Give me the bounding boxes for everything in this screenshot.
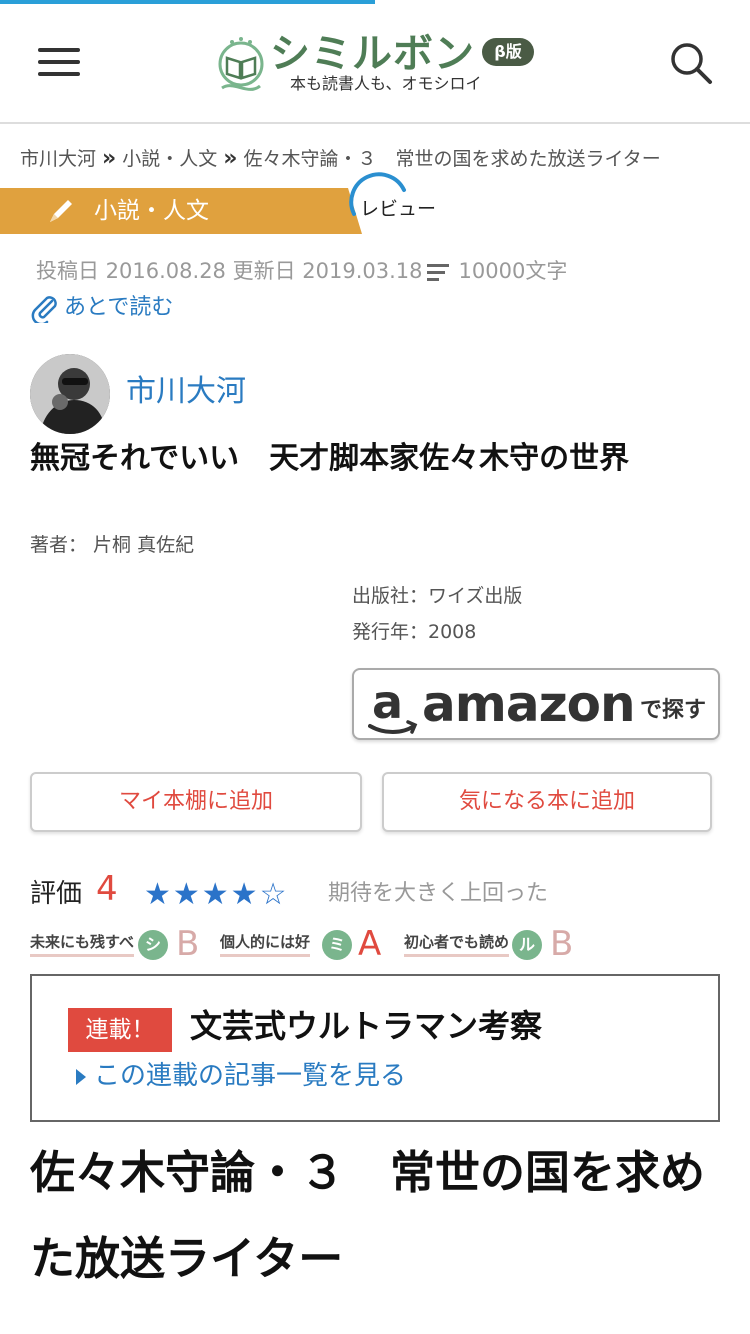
post-meta: 投稿日 2016.08.28 更新日 2019.03.18 10000文字 bbox=[36, 256, 567, 286]
logo-wordmark: シミルボン bbox=[270, 31, 475, 77]
book-year: 発行年：2008 bbox=[352, 621, 477, 643]
svg-text:a: a bbox=[372, 678, 403, 729]
category-label: 小説・人文 bbox=[94, 198, 209, 224]
character-count: 10000文字 bbox=[458, 259, 568, 283]
article-title: 佐々木守論・３ 常世の国を求めた放送ライター bbox=[30, 1146, 706, 1285]
breadcrumb-item-current: 佐々木守論・３ 常世の国を求めた放送ライター bbox=[243, 148, 661, 170]
series-box: 連載！ 文芸式ウルトラマン考察 この連載の記事一覧を見る bbox=[30, 974, 720, 1122]
author-name-link[interactable]: 市川大河 bbox=[126, 372, 246, 412]
breadcrumb-item-author[interactable]: 市川大河 bbox=[20, 148, 96, 170]
book-publisher: 出版社：ワイズ出版 bbox=[352, 585, 523, 607]
site-header: シミルボン β版 本も読書人も、オモシロイ bbox=[0, 4, 750, 124]
rating-value: 4 bbox=[96, 869, 118, 909]
pen-icon bbox=[50, 200, 72, 222]
add-to-wishlist-button[interactable]: 気になる本に追加 bbox=[382, 772, 712, 832]
grade-mark-icon: ル bbox=[512, 930, 542, 960]
add-to-shelf-button[interactable]: マイ本棚に追加 bbox=[30, 772, 362, 832]
read-later-link[interactable]: あとで読む bbox=[30, 292, 174, 326]
amazon-logo: amazon bbox=[422, 675, 636, 733]
grade-label: 未来にも残すべ bbox=[30, 932, 134, 957]
breadcrumb-item-category[interactable]: 小説・人文 bbox=[122, 148, 217, 170]
rating-label: 評価 bbox=[30, 879, 83, 909]
amazon-find-label: で探す bbox=[640, 698, 707, 723]
series-title[interactable]: 文芸式ウルトラマン考察 bbox=[190, 1004, 542, 1048]
breadcrumb-separator: » bbox=[102, 146, 117, 171]
category-band[interactable]: 小説・人文 bbox=[0, 188, 362, 234]
breadcrumb-separator: » bbox=[223, 146, 238, 171]
paperclip-icon bbox=[31, 296, 57, 326]
grade-mark-icon: ミ bbox=[322, 930, 352, 960]
post-type-label: レビュー bbox=[360, 198, 437, 220]
read-later-label: あとで読む bbox=[64, 295, 174, 320]
triangle-right-icon bbox=[76, 1068, 86, 1085]
search-icon[interactable] bbox=[668, 40, 714, 86]
author-avatar[interactable] bbox=[30, 354, 110, 434]
grade-value: B bbox=[550, 924, 574, 964]
grade-list: 未来にも残すべ シ B 個人的には好 ミ A 初心者でも読め ル B bbox=[30, 924, 730, 964]
logo-tagline: 本も読書人も、オモシロイ bbox=[290, 74, 482, 93]
grade-value: A bbox=[358, 924, 382, 964]
grade-value: B bbox=[176, 924, 200, 964]
amazon-a-icon: a bbox=[368, 678, 418, 734]
book-author: 著者： 片桐 真佐紀 bbox=[30, 534, 195, 556]
book-logo-icon bbox=[218, 37, 264, 91]
grade-label: 個人的には好 bbox=[220, 932, 311, 957]
series-list-label: この連載の記事一覧を見る bbox=[94, 1061, 407, 1091]
series-list-link[interactable]: この連載の記事一覧を見る bbox=[76, 1058, 406, 1094]
updated-date: 更新日 2019.03.18 bbox=[232, 259, 423, 283]
series-badge: 連載！ bbox=[68, 1008, 172, 1052]
amazon-search-button[interactable]: a amazon で探す bbox=[352, 668, 720, 740]
book-title: 無冠それでいい 天才脚本家佐々木守の世界 bbox=[30, 441, 630, 476]
grade-label: 初心者でも読め bbox=[404, 932, 510, 957]
grade-mark-icon: シ bbox=[138, 930, 168, 960]
text-length-icon bbox=[426, 264, 449, 281]
rating: 評価 4 ★★★★☆ 期待を大きく上回った bbox=[30, 868, 730, 914]
posted-date: 投稿日 2016.08.28 bbox=[36, 259, 226, 283]
menu-icon[interactable] bbox=[38, 46, 80, 78]
beta-badge: β版 bbox=[482, 38, 534, 66]
site-logo[interactable]: シミルボン β版 本も読書人も、オモシロイ bbox=[216, 30, 536, 102]
rating-comment: 期待を大きく上回った bbox=[328, 881, 549, 906]
star-rating-icon: ★★★★☆ bbox=[144, 877, 289, 912]
